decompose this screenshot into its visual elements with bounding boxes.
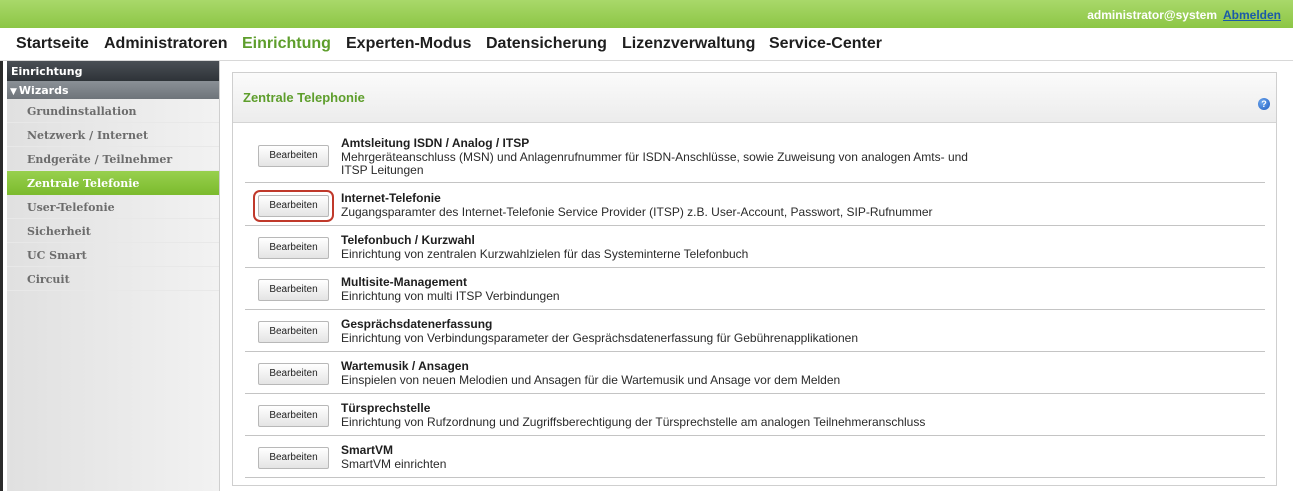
app-window: administrator@system Abmelden Startseite… (0, 0, 1293, 491)
list-item-amtsleitung: Bearbeiten Amtsleitung ISDN / Analog / I… (245, 132, 1265, 183)
item-title: Telefonbuch / Kurzwahl (341, 233, 475, 247)
edit-button[interactable]: Bearbeiten (258, 237, 329, 259)
item-title: Gesprächsdatenerfassung (341, 317, 493, 331)
menu-item-administratoren[interactable]: Administratoren (104, 35, 228, 53)
sidebar-item-sicherheit[interactable]: Sicherheit (7, 219, 219, 243)
sidebar-header: Einrichtung (7, 61, 219, 81)
list-item-wartemusik: Bearbeiten Wartemusik / Ansagen Einspiel… (245, 352, 1265, 394)
list-item-multisite: Bearbeiten Multisite-Management Einricht… (245, 268, 1265, 310)
sidebar-item-user-telefonie[interactable]: User-Telefonie (7, 195, 219, 219)
sidebar-group-wizards[interactable]: ▼ Wizards (7, 81, 219, 99)
edit-button[interactable]: Bearbeiten (258, 321, 329, 343)
sidebar-item-circuit[interactable]: Circuit (7, 267, 219, 291)
item-description: Einspielen von neuen Melodien und Ansage… (341, 373, 841, 387)
list-item-internet-telefonie: Bearbeiten Internet-Telefonie Zugangspar… (245, 183, 1265, 226)
list-item-smartvm: Bearbeiten SmartVM SmartVM einrichten (245, 436, 1265, 478)
item-title: Amtsleitung ISDN / Analog / ITSP (341, 136, 530, 150)
edit-button[interactable]: Bearbeiten (258, 447, 329, 469)
item-description: Einrichtung von zentralen Kurzwahlzielen… (341, 247, 749, 261)
triangle-down-icon: ▼ (10, 87, 17, 97)
item-title: Multisite-Management (341, 275, 468, 289)
edit-button[interactable]: Bearbeiten (258, 279, 329, 301)
sidebar-item-uc-smart[interactable]: UC Smart (7, 243, 219, 267)
menu-item-datensicherung[interactable]: Datensicherung (486, 35, 607, 53)
content-panel: Zentrale Telephonie ? Bearbeiten Amtslei… (232, 72, 1277, 486)
menu-item-lizenzverwaltung[interactable]: Lizenzverwaltung (622, 35, 755, 53)
item-description: Einrichtung von Rufzordnung und Zugriffs… (341, 415, 926, 429)
menu-item-startseite[interactable]: Startseite (16, 35, 89, 53)
item-title: Wartemusik / Ansagen (341, 359, 469, 373)
wizard-list: Bearbeiten Amtsleitung ISDN / Analog / I… (245, 132, 1265, 478)
item-description: Zugangsparamter des Internet-Telefonie S… (341, 205, 933, 219)
item-description: Einrichtung von Verbindungsparameter der… (341, 331, 858, 345)
edit-button[interactable]: Bearbeiten (258, 145, 329, 167)
menu-item-einrichtung[interactable]: Einrichtung (242, 35, 331, 53)
help-icon[interactable]: ? (1258, 98, 1270, 110)
logout-link[interactable]: Abmelden (1223, 8, 1281, 22)
list-item-gespraechsdaten: Bearbeiten Gesprächsdatenerfassung Einri… (245, 310, 1265, 352)
item-title: Türsprechstelle (341, 401, 431, 415)
main-menu: Startseite Administratoren Einrichtung E… (0, 28, 1293, 61)
list-item-tuersprechstelle: Bearbeiten Türsprechstelle Einrichtung v… (245, 394, 1265, 436)
sidebar-item-netzwerk-internet[interactable]: Netzwerk / Internet (7, 123, 219, 147)
sidebar-item-endgeraete-teilnehmer[interactable]: Endgeräte / Teilnehmer (7, 147, 219, 171)
item-title: Internet-Telefonie (341, 191, 441, 205)
item-description: Mehrgeräteanschluss (MSN) und Anlagenruf… (341, 150, 968, 177)
edit-button[interactable]: Bearbeiten (258, 405, 329, 427)
edit-button[interactable]: Bearbeiten (253, 190, 334, 222)
current-user: administrator@system (1087, 8, 1217, 22)
list-item-telefonbuch: Bearbeiten Telefonbuch / Kurzwahl Einric… (245, 226, 1265, 268)
sidebar: Einrichtung ▼ Wizards Grundinstallation N… (7, 61, 220, 491)
sidebar-item-grundinstallation[interactable]: Grundinstallation (7, 99, 219, 123)
top-bar: administrator@system Abmelden (0, 0, 1293, 28)
item-description: Einrichtung von multi ITSP Verbindungen (341, 289, 560, 303)
sidebar-group-label: Wizards (18, 84, 69, 97)
menu-item-service-center[interactable]: Service-Center (769, 35, 882, 53)
edit-button[interactable]: Bearbeiten (258, 363, 329, 385)
item-title: SmartVM (341, 443, 394, 457)
panel-title: Zentrale Telephonie (243, 90, 365, 105)
panel-header: Zentrale Telephonie ? (233, 73, 1276, 123)
menu-item-experten-modus[interactable]: Experten-Modus (346, 35, 471, 53)
sidebar-item-zentrale-telefonie[interactable]: Zentrale Telefonie (7, 171, 219, 195)
left-edge-strip (0, 0, 3, 491)
item-description: SmartVM einrichten (341, 457, 447, 471)
